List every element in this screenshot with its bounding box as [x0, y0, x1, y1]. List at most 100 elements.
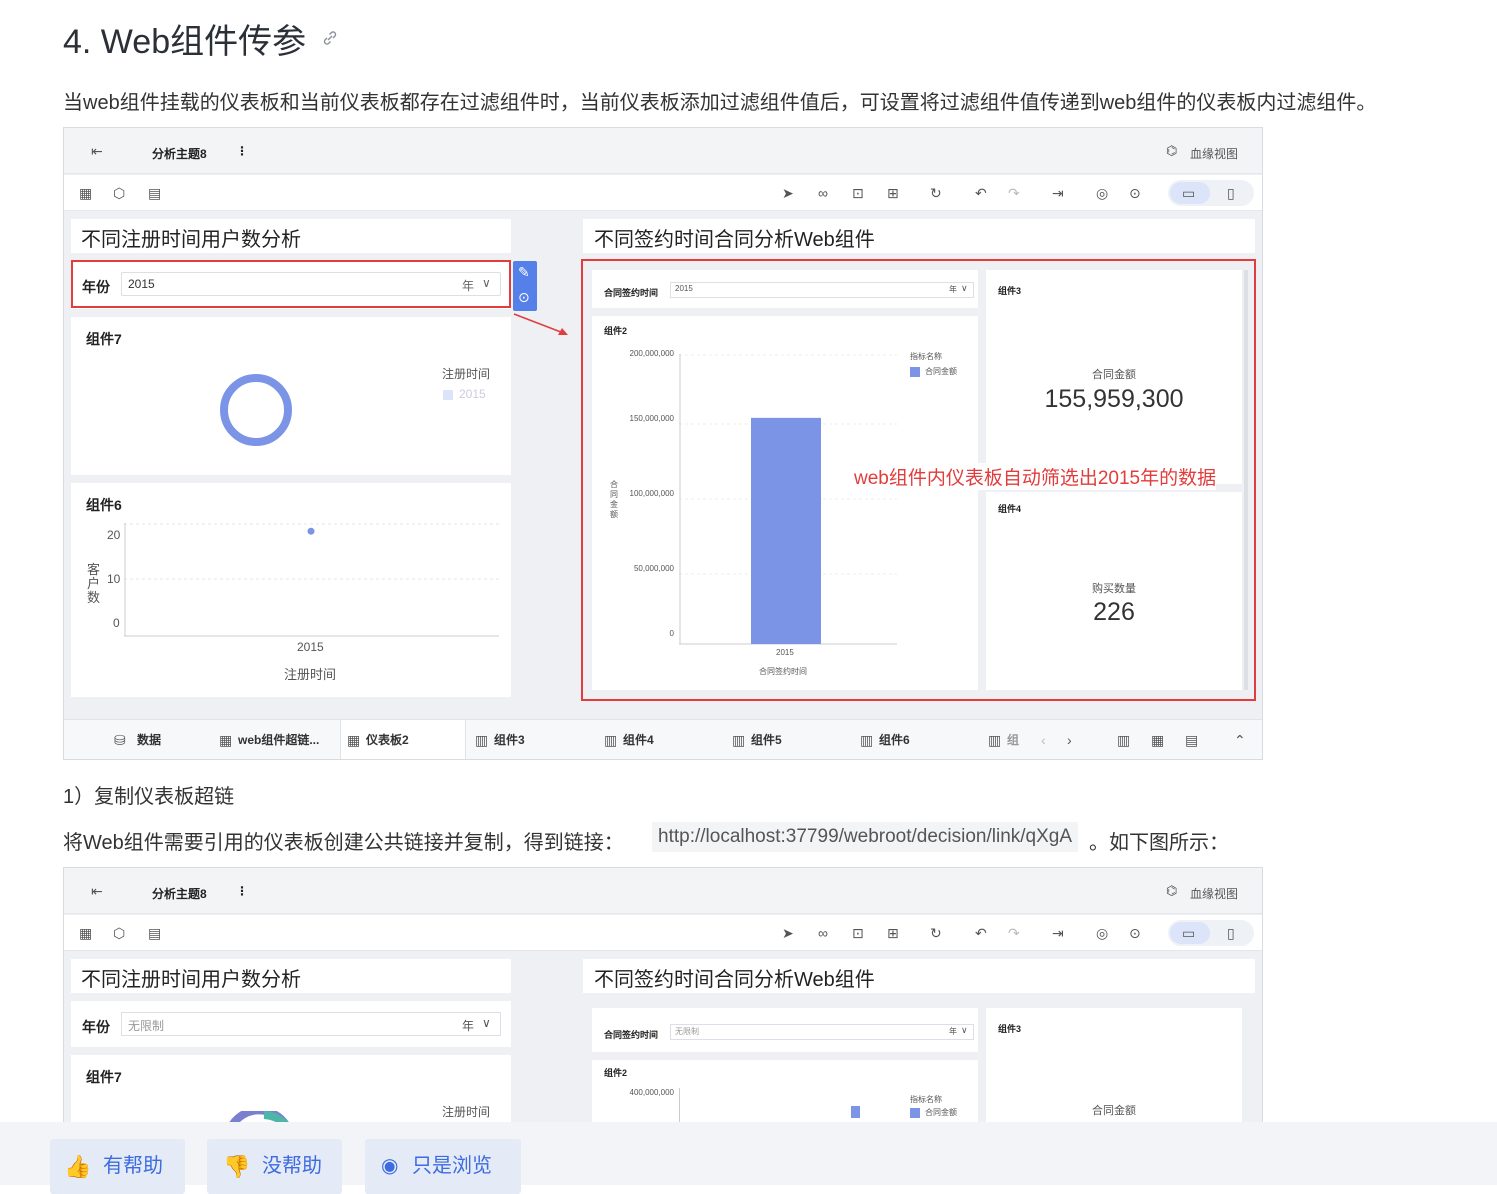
left-panel-title: 不同注册时间用户数分析 — [81, 969, 301, 991]
add-text-icon[interactable]: ▤ — [148, 925, 161, 941]
collapse-icon[interactable]: ⌃ — [1234, 732, 1246, 748]
export-icon[interactable]: ⇥ — [1052, 925, 1064, 941]
comp2-title: 组件2 — [604, 1068, 628, 1078]
lineage-view-button[interactable]: 血缘视图 — [1190, 885, 1238, 902]
add-filter-icon[interactable]: ⬡ — [113, 925, 125, 941]
contract-filter: 合同签约时间 无限制 年 ∨ — [592, 1008, 978, 1052]
add-component-icon[interactable]: ▦ — [79, 185, 92, 201]
just-browsing-button[interactable]: ◉ 只是浏览 — [365, 1139, 521, 1194]
comp6-xlabel: 注册时间 — [284, 667, 337, 682]
highlight-box — [71, 260, 511, 308]
tab-comp3[interactable]: 组件3 — [494, 720, 525, 759]
redo-icon[interactable]: ↷ — [1008, 925, 1020, 941]
left-panel-header: 不同注册时间用户数分析 — [71, 219, 511, 253]
add-filter-icon[interactable]: ⬡ — [113, 185, 125, 201]
step1-link[interactable]: http://localhost:37799/webroot/decision/… — [652, 822, 1079, 852]
desktop-view-icon[interactable]: ▭ — [1182, 925, 1195, 941]
exit-icon[interactable]: ⇤ — [91, 143, 103, 159]
grid-icon[interactable]: ⊞ — [887, 925, 899, 941]
more-icon[interactable]: ⋮ — [236, 144, 248, 158]
annotation: web组件内仪表板自动筛选出2015年的数据 — [854, 463, 1217, 490]
comp6-panel: 组件6 客户数 20 10 0 2015 注册时间 — [71, 483, 511, 697]
section-heading: 4. Web组件传参 — [63, 23, 307, 61]
share-icon[interactable]: ➤ — [782, 925, 794, 941]
step1-text-b: 。如下图所示： — [1089, 832, 1229, 854]
comp7-panel: 组件7 注册时间 — [71, 1055, 511, 1126]
helpful-label: 有帮助 — [102, 1155, 163, 1178]
lineage-icon[interactable]: ⌬ — [1166, 883, 1177, 899]
contract-select-value: 无限制 — [675, 1027, 699, 1036]
tab-comp6[interactable]: 组件6 — [879, 720, 910, 759]
undo-icon[interactable]: ↶ — [975, 185, 987, 201]
add-dashboard-icon[interactable]: ▦ — [1151, 732, 1164, 748]
comp2-legend-title: 指标名称 — [910, 1095, 942, 1104]
comp7-panel: 组件7 注册时间 2015 — [71, 317, 511, 475]
comp2-ytick: 400,000,000 — [629, 1088, 675, 1097]
dashboard-icon: ▦ — [219, 732, 233, 748]
camera-icon[interactable]: ◎ — [1096, 925, 1108, 941]
helpful-button[interactable]: 👍 有帮助 — [50, 1139, 185, 1194]
tab-dashboard2[interactable]: 仪表板2 — [366, 720, 409, 759]
not-helpful-button[interactable]: 👎 没帮助 — [207, 1139, 342, 1194]
add-text-icon[interactable]: ▤ — [148, 185, 161, 201]
preview-icon[interactable]: ⊡ — [852, 925, 864, 941]
chart-icon: ▥ — [604, 732, 618, 748]
export-icon[interactable]: ⇥ — [1052, 185, 1064, 201]
add-report-icon[interactable]: ▤ — [1185, 732, 1198, 748]
comp7-legend-swatch — [443, 390, 453, 400]
not-helpful-label: 没帮助 — [261, 1155, 322, 1178]
intro-paragraph: 当web组件挂载的仪表板和当前仪表板都存在过滤组件时，当前仪表板添加过滤组件值后… — [63, 92, 1377, 114]
chart-icon: ▥ — [988, 732, 1002, 748]
chart-icon: ▥ — [732, 732, 746, 748]
more-icon[interactable]: ⋮ — [236, 884, 248, 898]
grid-icon[interactable]: ⊞ — [887, 185, 899, 201]
desktop-view-icon[interactable]: ▭ — [1182, 185, 1195, 201]
year-unit: 年 — [462, 1019, 475, 1033]
left-panel-title: 不同注册时间用户数分析 — [81, 229, 301, 251]
add-chart-icon[interactable]: ▥ — [1117, 732, 1130, 748]
comp3-label: 合同金额 — [1092, 1105, 1136, 1117]
link-icon[interactable]: ∞ — [818, 185, 828, 201]
contract-select[interactable]: 无限制 年 ∨ — [670, 1024, 974, 1040]
chart-icon: ▥ — [860, 732, 874, 748]
chevron-left-icon[interactable]: ‹ — [1041, 732, 1046, 748]
linkage-icon[interactable]: ⊙ — [518, 289, 530, 305]
web-component: 合同签约时间 无限制 年 ∨ 组件2 400,000,000 指标名称 合同金额… — [587, 1004, 1245, 1126]
chevron-down-icon: ∨ — [961, 1025, 968, 1035]
more-options-icon[interactable]: ⊙ — [1129, 925, 1141, 941]
tab-web-link[interactable]: web组件超链... — [238, 720, 319, 759]
tab-bar: ⛁ 数据 ▦ web组件超链... ▦ 仪表板2 ▥ 组件3 ▥ 组件4 ▥ 组… — [64, 719, 1262, 759]
redo-icon[interactable]: ↷ — [1008, 185, 1020, 201]
anchor-link-icon[interactable] — [320, 28, 340, 48]
right-panel-title: 不同签约时间合同分析Web组件 — [594, 229, 875, 251]
chevron-down-icon: ∨ — [482, 1016, 491, 1030]
preview-icon[interactable]: ⊡ — [852, 185, 864, 201]
share-icon[interactable]: ➤ — [782, 185, 794, 201]
comp6-ytick: 0 — [113, 616, 120, 630]
year-select-value: 无限制 — [128, 1019, 165, 1033]
exit-icon[interactable]: ⇤ — [91, 883, 103, 899]
camera-icon[interactable]: ◎ — [1096, 185, 1108, 201]
tab-comp-partial[interactable]: 组 — [1007, 720, 1019, 759]
comp6-xtick: 2015 — [297, 640, 324, 654]
undo-icon[interactable]: ↶ — [975, 925, 987, 941]
lineage-icon[interactable]: ⌬ — [1166, 143, 1177, 159]
add-component-icon[interactable]: ▦ — [79, 925, 92, 941]
link-icon[interactable]: ∞ — [818, 925, 828, 941]
chevron-right-icon[interactable]: › — [1067, 732, 1072, 748]
comp7-legend-title: 注册时间 — [442, 367, 491, 381]
thumbs-down-icon: 👎 — [223, 1154, 251, 1180]
refresh-icon[interactable]: ↻ — [930, 925, 942, 941]
year-select[interactable]: 无限制 年 ∨ — [121, 1012, 501, 1036]
edit-icon[interactable]: ✎ — [518, 264, 530, 280]
tab-data[interactable]: 数据 — [137, 720, 161, 759]
tab-comp5[interactable]: 组件5 — [751, 720, 782, 759]
right-panel-title: 不同签约时间合同分析Web组件 — [594, 969, 875, 991]
more-options-icon[interactable]: ⊙ — [1129, 185, 1141, 201]
comp2-legend-item: 合同金额 — [925, 1108, 957, 1117]
mobile-view-icon[interactable]: ▯ — [1227, 185, 1235, 201]
refresh-icon[interactable]: ↻ — [930, 185, 942, 201]
mobile-view-icon[interactable]: ▯ — [1227, 925, 1235, 941]
lineage-view-button[interactable]: 血缘视图 — [1190, 145, 1238, 162]
tab-comp4[interactable]: 组件4 — [623, 720, 654, 759]
